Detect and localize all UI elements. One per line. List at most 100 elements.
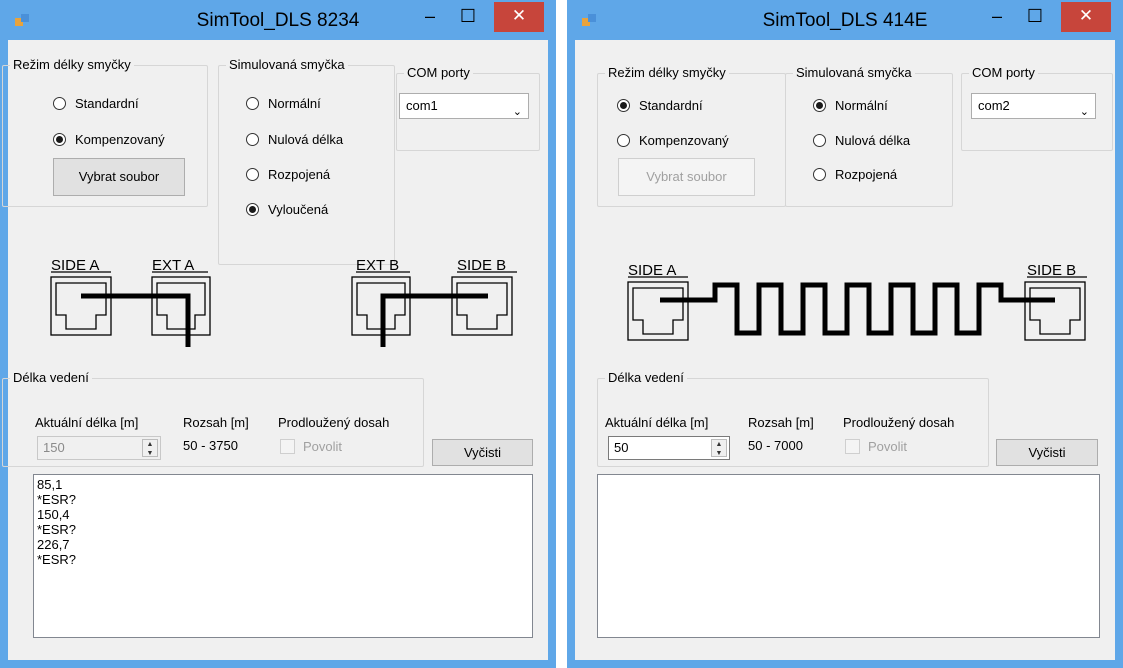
radio-standard[interactable]: Standardní [53, 93, 139, 113]
radio-excluded[interactable]: Vyloučená [246, 199, 328, 219]
rj-jack-side-a-icon [50, 276, 112, 336]
com-port-value: com2 [978, 98, 1010, 113]
spinner-icon[interactable]: ▲ ▼ [711, 439, 727, 457]
window-simtool-8234: SimTool_DLS 8234 – ☐ ✕ Režim délky smyčk… [0, 0, 556, 668]
log-line: 150,4 [37, 507, 70, 522]
loop-group-label: Simulovaná smyčka [793, 65, 915, 80]
radio-compensated[interactable]: Kompenzovaný [617, 130, 729, 150]
radio-circle[interactable] [246, 167, 259, 181]
maximize-button[interactable]: ☐ [1017, 2, 1053, 32]
range-label: Rozsah [m] [183, 415, 249, 430]
radio-circle-selected[interactable] [813, 98, 826, 112]
radio-circle-selected[interactable] [246, 202, 259, 216]
radio-compensated[interactable]: Kompenzovaný [53, 129, 165, 149]
radio-circle[interactable] [617, 133, 630, 147]
chevron-down-icon[interactable]: ⌄ [1080, 100, 1089, 124]
title-bar[interactable]: SimTool_DLS 414E – ☐ ✕ [567, 0, 1123, 40]
extended-range-label: Prodloužený dosah [278, 415, 390, 430]
radio-disconnected[interactable]: Rozpojená [813, 164, 897, 184]
client-area: Režim délky smyčky Standardní Kompenzova… [2, 40, 548, 660]
radio-label: Rozpojená [268, 166, 331, 182]
current-length-label: Aktuální délka [m] [35, 415, 139, 430]
radio-circle[interactable] [813, 133, 826, 147]
radio-label: Nulová délka [835, 132, 911, 148]
checkbox-label: Povolit [868, 439, 908, 454]
select-file-button[interactable]: Vybrat soubor [53, 158, 185, 196]
radio-normal[interactable]: Normální [246, 93, 321, 113]
client-area: Režim délky smyčky Standardní Kompenzova… [575, 40, 1115, 660]
log-line: *ESR? [37, 492, 77, 507]
checkbox-box[interactable] [280, 439, 295, 454]
log-textarea[interactable]: 85,1 *ESR? 150,4 *ESR? 226,7 *ESR? [33, 474, 533, 638]
current-length-input[interactable]: 50 ▲ ▼ [608, 436, 730, 460]
radio-circle[interactable] [813, 167, 826, 181]
radio-normal[interactable]: Normální [813, 95, 888, 115]
close-button[interactable]: ✕ [1061, 2, 1111, 32]
mode-group-label: Režim délky smyčky [10, 57, 134, 72]
checkbox-label: Povolit [303, 439, 343, 454]
loop-group-label: Simulovaná smyčka [226, 57, 348, 72]
com-port-select[interactable]: com1 ⌄ [399, 93, 529, 119]
range-label: Rozsah [m] [748, 415, 814, 430]
radio-standard[interactable]: Standardní [617, 95, 703, 115]
checkbox-box[interactable] [845, 439, 860, 454]
rj-jack-ext-a-icon [151, 276, 211, 336]
close-button[interactable]: ✕ [494, 2, 544, 32]
log-line: 226,7 [37, 537, 70, 552]
rj-jack-side-b-icon [451, 276, 513, 336]
radio-label: Normální [835, 97, 888, 113]
radio-zero-length[interactable]: Nulová délka [813, 130, 910, 150]
com-port-select[interactable]: com2 ⌄ [971, 93, 1096, 119]
radio-disconnected[interactable]: Rozpojená [246, 164, 330, 184]
radio-circle-selected[interactable] [53, 132, 66, 146]
radio-circle-selected[interactable] [617, 98, 630, 112]
loop-diagram: SIDE A SIDE B [627, 262, 1087, 341]
loop-diagram: SIDE A EXT A EXT B SIDE B [50, 257, 517, 347]
radio-label: Vyloučená [268, 201, 329, 217]
radio-zero-length[interactable]: Nulová délka [246, 129, 343, 149]
enable-checkbox[interactable]: Povolit [280, 439, 342, 454]
radio-circle[interactable] [246, 132, 259, 146]
clear-button[interactable]: Vyčisti [432, 439, 533, 466]
radio-label: Nulová délka [268, 131, 344, 147]
current-length-label: Aktuální délka [m] [605, 415, 709, 430]
spinner-icon[interactable]: ▲ ▼ [142, 439, 158, 457]
current-length-value: 150 [43, 440, 65, 455]
com-port-value: com1 [406, 98, 438, 113]
enable-checkbox[interactable]: Povolit [845, 439, 907, 454]
minimize-button[interactable]: – [979, 2, 1015, 32]
com-group-label: COM porty [969, 65, 1038, 80]
length-group-label: Délka vedení [10, 370, 92, 385]
wire-side-a [81, 293, 191, 347]
log-line: *ESR? [37, 522, 77, 537]
meander-wire [660, 282, 1055, 336]
minimize-button[interactable]: – [412, 2, 448, 32]
radio-label: Rozpojená [835, 166, 898, 182]
radio-label: Kompenzovaný [75, 131, 165, 147]
radio-circle[interactable] [246, 96, 259, 110]
length-group-label: Délka vedení [605, 370, 687, 385]
current-length-input[interactable]: 150 ▲ ▼ [37, 436, 161, 460]
radio-label: Normální [268, 95, 321, 111]
radio-label: Kompenzovaný [639, 132, 729, 148]
rj-jack-side-a-icon [627, 281, 689, 341]
log-line: 85,1 [37, 477, 63, 492]
log-line: *ESR? [37, 552, 77, 567]
current-length-value: 50 [614, 440, 629, 455]
range-value: 50 - 3750 [183, 438, 238, 453]
rj-jack-side-b-icon [1024, 281, 1086, 341]
radio-label: Standardní [639, 97, 703, 113]
maximize-button[interactable]: ☐ [450, 2, 486, 32]
select-file-button[interactable]: Vybrat soubor [618, 158, 755, 196]
clear-button[interactable]: Vyčisti [996, 439, 1098, 466]
wire-side-b [380, 293, 488, 347]
log-textarea[interactable] [597, 474, 1100, 638]
radio-label: Standardní [75, 95, 139, 111]
chevron-down-icon[interactable]: ⌄ [513, 100, 522, 124]
window-simtool-414e: SimTool_DLS 414E – ☐ ✕ Režim délky smyčk… [567, 0, 1123, 668]
radio-circle[interactable] [53, 96, 66, 110]
range-value: 50 - 7000 [748, 438, 803, 453]
title-bar[interactable]: SimTool_DLS 8234 – ☐ ✕ [0, 0, 556, 40]
extended-range-label: Prodloužený dosah [843, 415, 955, 430]
mode-group-label: Režim délky smyčky [605, 65, 729, 80]
